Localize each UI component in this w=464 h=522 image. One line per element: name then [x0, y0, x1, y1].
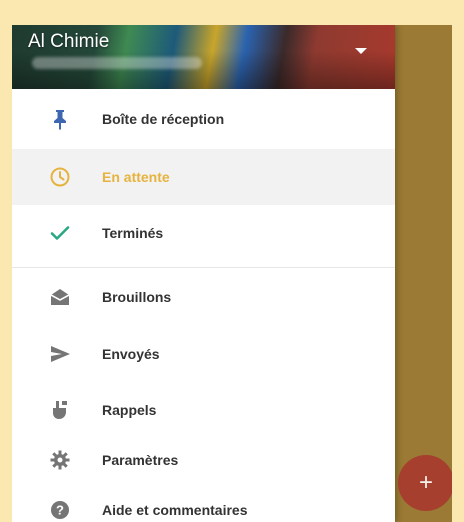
menu-item-label: Terminés	[102, 225, 164, 241]
menu-item-label: Rappels	[102, 402, 157, 418]
drawer-menu: Boîte de réception En attente Terminés B…	[12, 89, 395, 522]
menu-item-drafts[interactable]: Brouillons	[12, 268, 395, 326]
account-header[interactable]: Al Chimie	[12, 25, 395, 89]
menu-item-label: Boîte de réception	[102, 111, 225, 127]
send-icon	[48, 342, 72, 366]
menu-item-label: Brouillons	[102, 289, 172, 305]
menu-item-label: Envoyés	[102, 346, 160, 362]
menu-item-label: Aide et commentaires	[102, 502, 248, 518]
menu-item-settings[interactable]: Paramètres	[12, 438, 395, 482]
navigation-drawer: Al Chimie Boîte de réception En attente …	[12, 25, 395, 522]
menu-item-sent[interactable]: Envoyés	[12, 326, 395, 382]
check-icon	[48, 221, 72, 245]
menu-item-help[interactable]: ? Aide et commentaires	[12, 482, 395, 522]
menu-item-snoozed[interactable]: En attente	[12, 149, 395, 205]
clock-icon	[48, 165, 72, 189]
account-switch-arrow-icon[interactable]	[349, 39, 373, 63]
menu-item-label: En attente	[102, 169, 170, 185]
plus-icon: +	[418, 469, 433, 496]
app-frame: Al Chimie Boîte de réception En attente …	[12, 25, 452, 522]
menu-item-done[interactable]: Terminés	[12, 205, 395, 261]
svg-text:?: ?	[56, 503, 64, 518]
gear-icon	[48, 448, 72, 472]
reminder-icon	[48, 398, 72, 422]
help-icon: ?	[48, 498, 72, 522]
drafts-icon	[48, 285, 72, 309]
pin-icon	[48, 107, 72, 131]
account-name: Al Chimie	[28, 31, 110, 52]
menu-item-inbox[interactable]: Boîte de réception	[12, 89, 395, 149]
menu-item-label: Paramètres	[102, 452, 179, 468]
menu-item-reminders[interactable]: Rappels	[12, 382, 395, 438]
account-email-blurred	[32, 57, 202, 69]
compose-fab-button[interactable]: +	[398, 455, 452, 511]
